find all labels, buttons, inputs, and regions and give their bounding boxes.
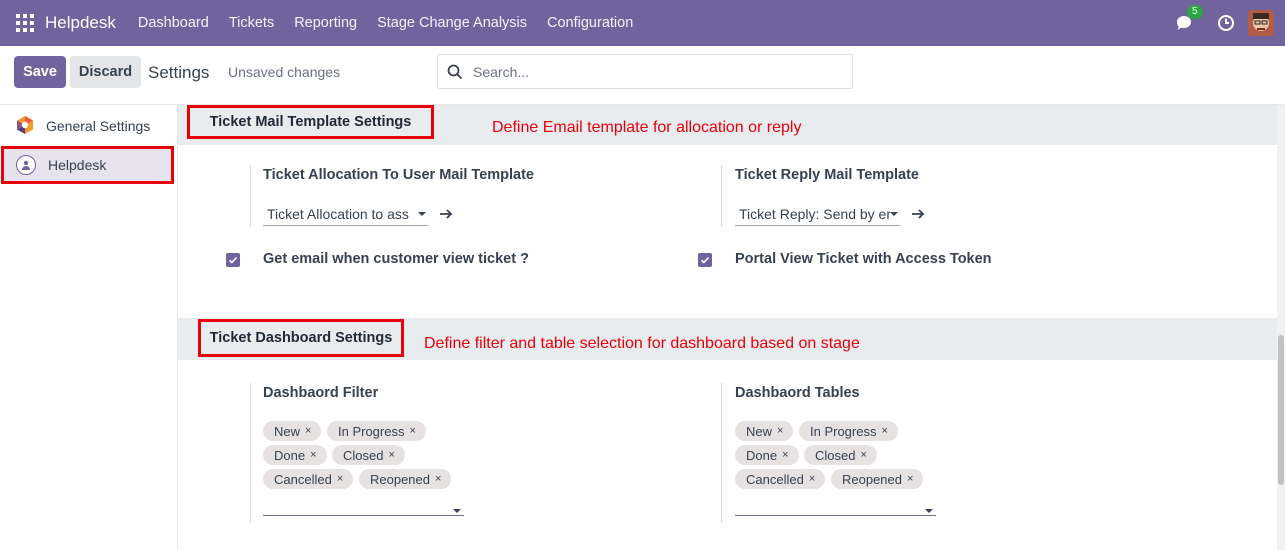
table-tag: In Progress × [799, 421, 898, 441]
chevron-down-icon [418, 211, 426, 216]
reply-template-select[interactable]: Ticket Reply: Send by er [735, 202, 900, 226]
chat-icon[interactable]: 5 [1175, 5, 1203, 33]
filter-tag: In Progress × [327, 421, 426, 441]
chevron-down-icon [925, 509, 933, 513]
filter-tag: Done × [263, 445, 327, 465]
divider [721, 383, 722, 523]
chat-count-badge: 5 [1187, 5, 1203, 19]
close-icon[interactable]: × [907, 473, 913, 485]
portal-access-token-checkbox[interactable] [698, 253, 712, 267]
close-icon[interactable]: × [809, 473, 815, 485]
table-tag: Reopened × [831, 469, 924, 489]
filter-tag: Closed × [332, 445, 405, 465]
menu-tickets[interactable]: Tickets [219, 15, 284, 31]
scrollbar-thumb[interactable] [1278, 335, 1284, 485]
close-icon[interactable]: × [777, 425, 783, 437]
mail-annotation: Define Email template for allocation or … [492, 119, 802, 136]
dashboard-section-title: Ticket Dashboard Settings [198, 319, 404, 357]
close-icon[interactable]: × [435, 473, 441, 485]
divider [721, 165, 722, 227]
sidebar-item-general-settings[interactable]: General Settings [0, 107, 174, 145]
close-icon[interactable]: × [310, 449, 316, 461]
table-tag: Cancelled × [735, 469, 826, 489]
top-navbar: Helpdesk Dashboard Tickets Reporting Sta… [0, 0, 1285, 46]
helpdesk-icon [16, 155, 36, 175]
sidebar-item-label: Helpdesk [48, 157, 107, 173]
search-icon [447, 64, 463, 79]
unsaved-status: Unsaved changes [228, 64, 341, 80]
filter-tag: New × [263, 421, 322, 441]
divider [250, 165, 251, 227]
close-icon[interactable]: × [860, 449, 866, 461]
discard-button[interactable]: Discard [70, 56, 141, 88]
settings-content: Ticket Mail Template Settings Define Ema… [178, 105, 1277, 550]
allocation-template-value: Ticket Allocation to ass [267, 205, 409, 222]
close-icon[interactable]: × [388, 449, 394, 461]
dashboard-annotation: Define filter and table selection for da… [424, 335, 860, 352]
filter-tag: Cancelled × [263, 469, 354, 489]
table-tag: Done × [735, 445, 799, 465]
table-tag: Closed × [804, 445, 877, 465]
allocation-template-select[interactable]: Ticket Allocation to ass [263, 202, 428, 226]
divider [250, 383, 251, 523]
sidebar-item-helpdesk[interactable]: Helpdesk [1, 146, 174, 184]
email-on-view-label: Get email when customer view ticket ? [263, 251, 529, 267]
close-icon[interactable]: × [337, 473, 343, 485]
menu-stage-change-analysis[interactable]: Stage Change Analysis [367, 15, 537, 31]
close-icon[interactable]: × [881, 425, 887, 437]
sidebar-item-label: General Settings [46, 118, 151, 134]
page-title: Settings [148, 63, 210, 82]
avatar[interactable] [1248, 10, 1274, 36]
portal-access-token-label: Portal View Ticket with Access Token [735, 251, 992, 267]
close-icon[interactable]: × [782, 449, 788, 461]
dashboard-filter-label: Dashbaord Filter [263, 385, 379, 401]
chevron-down-icon [890, 211, 898, 216]
menu-reporting[interactable]: Reporting [284, 15, 367, 31]
control-panel: Save Discard Settings Unsaved changes [0, 46, 1285, 105]
clock-icon[interactable] [1217, 14, 1235, 32]
reply-template-label: Ticket Reply Mail Template [735, 167, 919, 183]
search-bar[interactable] [437, 54, 853, 89]
allocation-template-label: Ticket Allocation To User Mail Template [263, 167, 534, 183]
dashboard-tables-label: Dashbaord Tables [735, 385, 860, 401]
settings-sidebar: General Settings Helpdesk [0, 105, 178, 550]
close-icon[interactable]: × [305, 425, 311, 437]
reply-template-value: Ticket Reply: Send by er [739, 205, 890, 222]
app-brand[interactable]: Helpdesk [45, 13, 116, 33]
email-on-view-checkbox[interactable] [226, 253, 240, 267]
arrow-right-icon[interactable] [911, 207, 925, 221]
arrow-right-icon[interactable] [439, 207, 453, 221]
dashboard-filter-input[interactable] [263, 500, 464, 516]
apps-grid-icon[interactable] [16, 14, 34, 32]
chevron-down-icon [453, 509, 461, 513]
menu-dashboard[interactable]: Dashboard [128, 15, 219, 31]
search-input[interactable] [473, 63, 833, 80]
menu-configuration[interactable]: Configuration [537, 15, 643, 31]
scrollbar[interactable] [1277, 105, 1285, 550]
filter-tag: Reopened × [359, 469, 452, 489]
dashboard-tables-input[interactable] [735, 500, 936, 516]
save-button[interactable]: Save [14, 56, 66, 88]
mail-section-title: Ticket Mail Template Settings [187, 105, 434, 139]
odoo-logo-icon [16, 115, 34, 138]
table-tag: New × [735, 421, 794, 441]
close-icon[interactable]: × [409, 425, 415, 437]
